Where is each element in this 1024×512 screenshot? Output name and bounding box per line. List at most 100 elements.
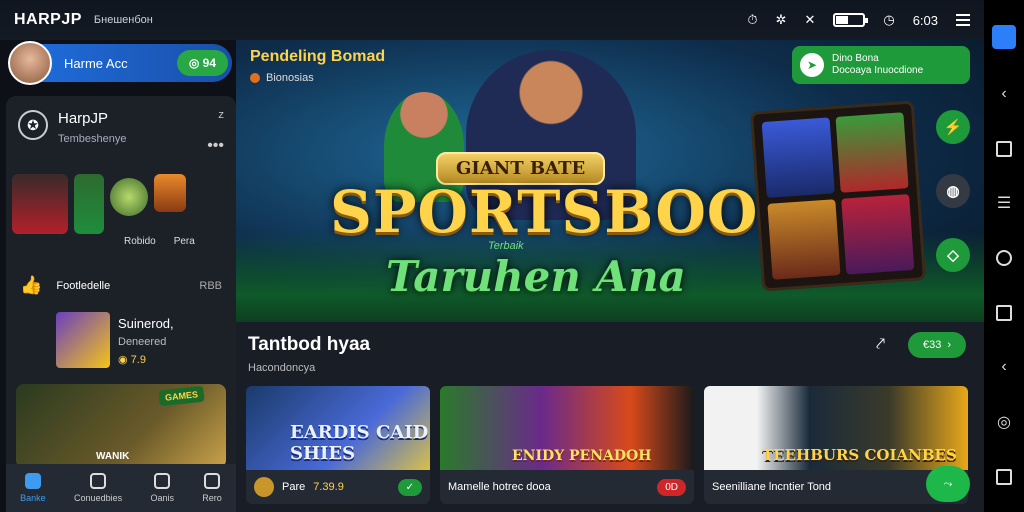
balance-value: 94 — [202, 56, 216, 70]
overview-button[interactable] — [994, 303, 1014, 323]
overview-button-2[interactable] — [994, 467, 1014, 487]
app-brand: HARPJP — [14, 11, 82, 28]
profile-name: Harme Acc — [64, 55, 128, 71]
menu-icon-secondary[interactable]: ☰ — [994, 193, 1014, 213]
bluetooth-icon: ✕ — [804, 12, 816, 27]
alarm-icon: ⏱ — [747, 12, 758, 27]
hero-subtitle: Taruhen Ana — [386, 252, 686, 301]
settings-icon[interactable]: ✲ — [776, 12, 787, 28]
sidebar-section[interactable]: 👍 Footledelle RBB — [6, 247, 236, 296]
recents-button[interactable] — [994, 139, 1014, 159]
player-thumbnail[interactable] — [154, 174, 186, 212]
more-icon — [204, 473, 221, 489]
clock-icon: ◷ — [883, 12, 895, 27]
sidebar-header: ✪ HarpJP Tembeshenye ᶻ ••• — [6, 96, 236, 154]
ball-icon[interactable]: ◍ — [936, 174, 970, 208]
notification-icon[interactable]: ᶻ — [218, 110, 224, 126]
hero-small-text: Terbaik — [488, 240, 524, 252]
game-card-label: Mamelle hotrec dooa — [448, 481, 551, 493]
badge-thumbnail[interactable] — [110, 178, 148, 216]
games-section: Tantbod hyaa Hacondoncya ⤤ €33 › EARDIS C… — [236, 322, 984, 512]
nav-bets[interactable]: Conuedbies — [74, 473, 122, 503]
sidebar: ✪ HarpJP Tembeshenye ᶻ ••• Robido Pera 👍… — [6, 96, 236, 512]
sidebar-thumbnails — [6, 154, 236, 234]
game-art-text: EARDIS CAID SHIES — [290, 422, 429, 464]
nav-label: Conuedbies — [74, 493, 123, 503]
balance-pill[interactable]: ◎ 94 — [176, 50, 228, 76]
battery-icon — [833, 13, 869, 27]
lightning-icon[interactable]: ⚡ — [936, 110, 970, 144]
featured-title: Suinerod, — [118, 316, 174, 331]
avatar[interactable] — [8, 41, 52, 85]
featured-subtitle: Deneered — [118, 336, 167, 348]
nav-games[interactable]: Oanis — [150, 473, 174, 503]
app-icon[interactable] — [992, 25, 1016, 50]
wallet-value: €33 — [922, 339, 942, 351]
back-button[interactable]: ‹ — [994, 357, 1014, 377]
player-thumbnail[interactable] — [12, 174, 68, 234]
app-subtitle: Бнешенбон — [93, 14, 153, 26]
thumb-label: Robido — [124, 236, 156, 247]
trading-card — [835, 112, 909, 193]
section-label: Footledelle — [56, 279, 111, 292]
profile-card[interactable]: Harme Acc ◎ 94 — [8, 41, 232, 85]
ticket-icon — [90, 473, 107, 489]
section-code: RBB — [199, 279, 222, 292]
hero-eyebrow: Pendeling Bomad — [250, 48, 386, 65]
thumbs-up-icon: 👍 — [20, 275, 43, 295]
game-card-label: Seenilliane lncntier Tond — [712, 481, 832, 493]
sidebar-subtitle: Tembeshenye — [58, 133, 127, 145]
hero-title: SPORTSBOOK — [330, 178, 810, 246]
sidebar-title: HarpJP — [58, 110, 109, 127]
floating-action-button[interactable]: ⤳ — [926, 466, 970, 502]
game-card[interactable]: EARDIS CAID SHIES Pare 7.39.9 ✓ — [246, 386, 430, 504]
chat-icon — [154, 473, 171, 489]
game-card-label: Pare — [282, 481, 306, 493]
live-dot-icon — [250, 73, 260, 83]
send-icon: ➤ — [800, 53, 824, 77]
player-thumbnail[interactable] — [74, 174, 104, 234]
game-card-image: EARDIS CAID SHIES — [246, 386, 430, 470]
bottom-nav: Banke Conuedbies Oanis Rero — [6, 464, 236, 512]
notification-button[interactable]: ➤ Dino Bona Docoaya Inuocdione — [792, 46, 970, 84]
back-icon[interactable]: ‹ — [994, 84, 1014, 104]
share-icon[interactable]: ⤤ — [876, 336, 885, 354]
shield-icon[interactable]: ◇ — [936, 238, 970, 272]
nav-more[interactable]: Rero — [202, 473, 222, 503]
assistant-icon[interactable]: ◎ — [994, 412, 1014, 432]
status-bar: HARPJP Бнешенбон ⏱ ✲ ✕ ◷ 6:03 — [0, 0, 984, 40]
game-card-action[interactable]: ✓ — [397, 478, 422, 496]
featured-player[interactable]: Suinerod, Deneered ◉ 7.9 — [6, 296, 236, 368]
wallet-pill[interactable]: €33 › — [908, 332, 966, 358]
game-card-action[interactable]: 0D — [657, 478, 686, 496]
trading-card — [761, 117, 835, 198]
coin-icon — [254, 477, 274, 497]
promo-label: WANIK — [96, 451, 130, 462]
nav-home[interactable]: Banke — [20, 473, 46, 503]
game-card[interactable]: ENIDY PENADOH Mamelle hotrec dooa 0D — [440, 386, 694, 504]
game-art-text: ENIDY PENADOH — [512, 448, 652, 464]
section-title: Tantbod hyaa — [248, 334, 371, 355]
hero-banner[interactable]: Pendeling Bomad Bionosias GIANT BATE SPO… — [236, 40, 984, 322]
nav-label: Banke — [20, 493, 46, 503]
featured-odds: 7.9 — [130, 354, 146, 366]
promo-banner[interactable]: GAMES WANIK — [16, 384, 226, 468]
home-button[interactable] — [994, 248, 1014, 268]
trading-card — [841, 194, 915, 275]
chevron-right-icon: › — [947, 339, 952, 351]
game-card-odds: 7.39.9 — [313, 481, 344, 493]
notify-line1: Dino Bona — [832, 53, 879, 64]
section-subtitle: Hacondoncya — [248, 362, 316, 374]
hero-sub: Bionosias — [266, 72, 314, 84]
notify-line2: Docoaya Inuocdione — [832, 65, 924, 76]
trading-card — [767, 199, 841, 280]
game-card-image: ENIDY PENADOH — [440, 386, 694, 470]
game-card-image: TEEHBURS COIANBES — [704, 386, 968, 470]
shield-logo-icon: ✪ — [18, 110, 48, 140]
menu-icon[interactable] — [956, 14, 970, 26]
promo-tag: GAMES — [158, 385, 205, 407]
nav-label: Oanis — [150, 493, 174, 503]
clock-time: 6:03 — [912, 12, 938, 28]
more-options-icon[interactable]: ••• — [207, 138, 224, 154]
featured-player-image — [56, 312, 110, 368]
